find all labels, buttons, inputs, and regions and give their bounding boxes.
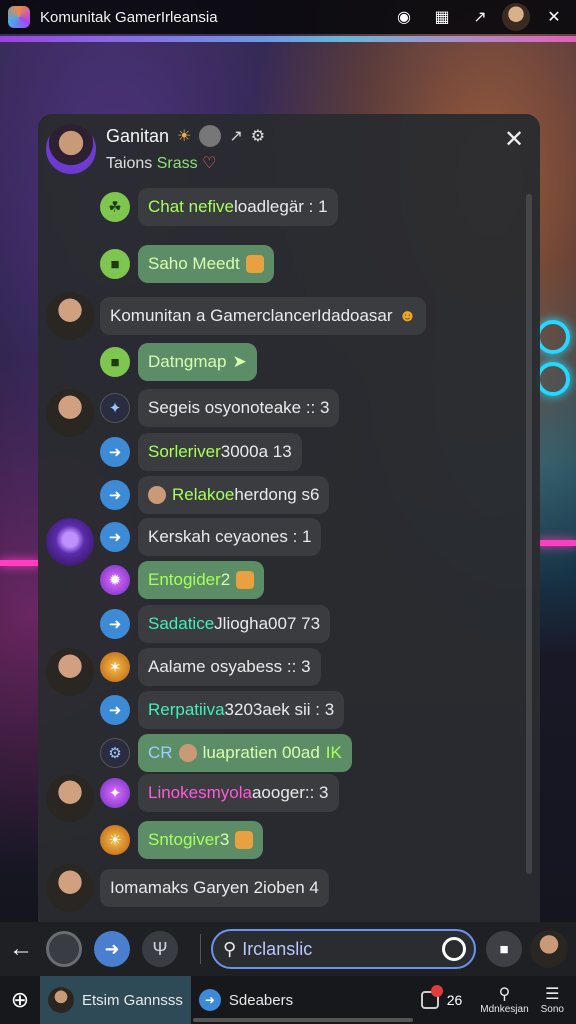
sun-icon: ☀	[177, 128, 192, 145]
tab-sdeabers[interactable]: ➜ Sdeabers	[191, 976, 301, 1024]
search-icon: ⚲	[223, 938, 237, 959]
avatar[interactable]	[530, 930, 568, 968]
speaker-ring	[536, 320, 570, 354]
notifications-button[interactable]: 26	[420, 985, 462, 1009]
avatar[interactable]	[46, 774, 94, 822]
title-bar: Komunitak GamerIrleansia ◉ ▦ ↗ ✕	[0, 0, 576, 34]
search-icon: ⚲	[498, 985, 511, 1003]
list-item[interactable]: ✦ Segeis osyonoteake :: 3	[46, 389, 340, 437]
badge-icon: ✶	[100, 652, 130, 682]
search-input[interactable]: ⚲ Irclanslic	[211, 929, 476, 969]
list-item[interactable]: ✹ Entogider 2	[100, 561, 265, 599]
search-value[interactable]: Irclanslic	[242, 939, 442, 960]
list-item[interactable]: ➜ Rerpatiiva 3203aek sii : 3	[100, 691, 345, 729]
share-icon[interactable]: ↗	[466, 3, 494, 31]
profile-avatar[interactable]	[502, 3, 530, 31]
menu-icon: ☰	[545, 985, 560, 1003]
avatar	[48, 987, 74, 1013]
list-item[interactable]: ➜ Kerskah ceyaones : 1	[46, 518, 322, 566]
notification-dot	[430, 985, 443, 997]
channel-name: Ganitan	[106, 125, 170, 146]
scrollbar[interactable]	[193, 1018, 413, 1022]
sun-icon: ☀	[100, 825, 130, 855]
composer-bar: ← ➜ Ψ ⚲ Irclanslic ■	[0, 922, 576, 976]
gift-icon	[245, 255, 264, 273]
bolt-icon[interactable]: ➜	[94, 931, 130, 967]
list-item[interactable]: Komunitan a GamerclancerIdadoasar ☻	[46, 292, 427, 340]
close-icon[interactable]: ✕	[540, 3, 568, 31]
avatar[interactable]	[46, 389, 94, 437]
channel-subtitle: Taions Srass ♡	[106, 155, 217, 172]
list-item[interactable]: ☀ Sntogiver 3	[100, 821, 264, 859]
bolt-icon: ➜	[100, 695, 130, 725]
fork-icon[interactable]: Ψ	[142, 931, 178, 967]
list-item[interactable]: ■ Datngmap ➤	[100, 343, 257, 381]
neon-strip	[0, 36, 576, 42]
taskbar: ⊕ Etsim Gannsss ➜ Sdeabers 26 ⚲ Mdnkesja…	[0, 976, 576, 1024]
neon-strip-right	[536, 540, 576, 546]
bolt-icon: ➜	[100, 522, 130, 552]
avatar	[148, 486, 166, 504]
record-icon[interactable]	[46, 931, 82, 967]
channel-name-row: Ganitan ☀ ↗ ⚙	[106, 125, 265, 147]
avatar[interactable]	[46, 648, 94, 696]
avatar	[178, 744, 197, 762]
calendar-icon[interactable]: ▦	[428, 3, 456, 31]
bolt-icon: ➜	[100, 437, 130, 467]
headset-icon[interactable]: ◉	[390, 3, 418, 31]
list-item[interactable]: Iomamaks Garyen 2ioben 4	[46, 864, 329, 912]
bolt-icon: ➜	[100, 609, 130, 639]
avatar[interactable]	[46, 518, 94, 566]
avatar[interactable]	[46, 864, 94, 912]
avatar[interactable]	[46, 292, 94, 340]
gear-icon: ⚙	[100, 738, 130, 768]
list-item[interactable]: ☘ Chat nefive loadlegär : 1	[100, 188, 338, 226]
speaker-ring	[536, 362, 570, 396]
app-logo-icon	[8, 6, 30, 28]
member-avatar	[199, 125, 222, 147]
gift-icon	[236, 571, 255, 589]
share-icon[interactable]: ↗	[229, 126, 242, 146]
settings-icon[interactable]: ⚙	[251, 126, 265, 146]
bolt-icon: ➜	[100, 480, 130, 510]
back-arrow-icon[interactable]: ←	[8, 931, 34, 967]
list-item[interactable]: ➜ Sorleriver 3000a 13	[100, 433, 302, 471]
add-icon[interactable]: ⊕	[0, 976, 40, 1024]
window-title: Komunitak GamerIrleansia	[40, 8, 218, 26]
list-item[interactable]: ➜ Sadatice Jliogha007 73	[100, 605, 331, 643]
neon-strip-left	[0, 560, 40, 566]
chat-panel: Ganitan ☀ ↗ ⚙ Taions Srass ♡ ✕ ☘ Chat ne…	[38, 114, 540, 924]
spark-icon: ✦	[100, 393, 130, 423]
scrollbar[interactable]	[526, 194, 532, 874]
list-item[interactable]: ✶ Aalame osyabess :: 3	[46, 648, 321, 696]
card-icon: ■	[100, 249, 130, 279]
spark-icon: ✦	[100, 778, 130, 808]
search-tab[interactable]: ⚲ Mdnkesjan	[480, 986, 528, 1015]
list-item[interactable]: ■ Saho Meedt	[100, 245, 274, 283]
list-item[interactable]: ✦ Linokesmyola aooger:: 3	[46, 774, 339, 822]
menu-tab[interactable]: ☰ Sono	[541, 986, 564, 1015]
divider	[200, 934, 201, 964]
gift-icon	[235, 831, 254, 849]
chat-header: Ganitan ☀ ↗ ⚙ Taions Srass ♡ ✕	[38, 114, 540, 184]
close-panel-icon[interactable]: ✕	[500, 126, 528, 154]
game-badge-icon[interactable]: ■	[486, 931, 522, 967]
channel-avatar[interactable]	[46, 124, 96, 174]
list-item[interactable]: ➜ Relakoe herdong s6	[100, 476, 330, 514]
card-icon: ■	[100, 347, 130, 377]
leaf-icon: ☘	[100, 192, 130, 222]
bolt-icon: ➜	[198, 989, 221, 1011]
star-burst-icon: ✹	[100, 565, 130, 595]
tab-etsim[interactable]: Etsim Gannsss	[40, 976, 191, 1024]
target-icon[interactable]	[442, 937, 466, 961]
list-item[interactable]: ⚙ CR luapratien 00ad IK	[100, 734, 352, 772]
